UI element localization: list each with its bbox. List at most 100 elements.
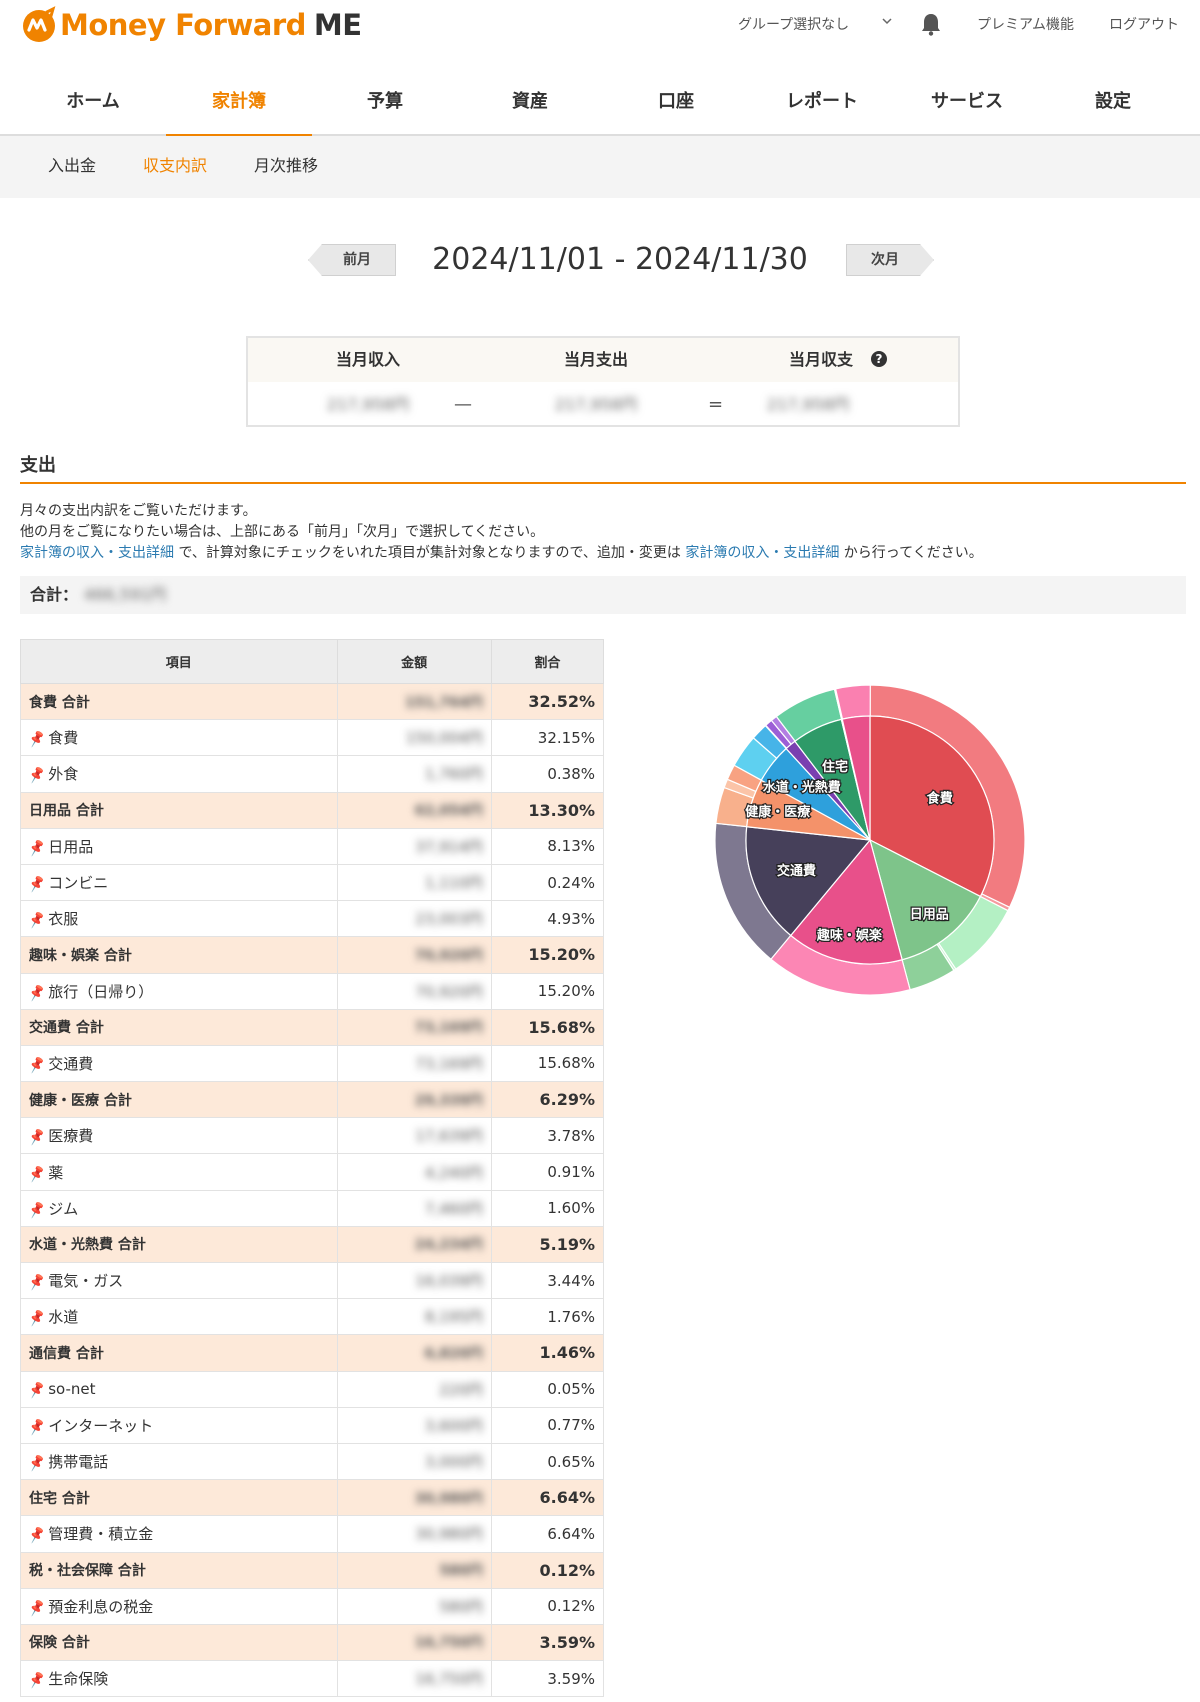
detail-link-2[interactable]: 家計簿の収入・支出詳細: [685, 545, 839, 561]
row-name[interactable]: 携帯電話: [48, 1453, 108, 1471]
row-name[interactable]: 電気・ガス: [48, 1272, 123, 1290]
equals-sign: =: [708, 394, 724, 415]
row-amount-cell: 16,750円: [336, 1623, 492, 1662]
row-name-cell: 住宅 合計: [20, 1479, 338, 1517]
row-amount: 16,039円: [415, 1272, 483, 1291]
help-icon[interactable]: ?: [871, 350, 887, 367]
row-amount-cell: 70,920円: [336, 936, 492, 974]
table-group-row: 水道・光熱費 合計 24,234円 5.19%: [20, 1225, 605, 1264]
row-name[interactable]: 食費: [48, 729, 78, 747]
row-amount: 3,600円: [424, 1416, 483, 1435]
table-row[interactable]: 📌旅行（日帰り） 70,920円 15.20%: [20, 972, 605, 1010]
table-row[interactable]: 📌衣服 23,003円 4.93%: [20, 900, 605, 938]
table-row[interactable]: 📌食費 150,004円 32.15%: [20, 719, 605, 757]
row-amount-cell: 62,054円: [336, 791, 492, 829]
table-row[interactable]: 📌外食 1,760円 0.38%: [20, 755, 605, 793]
row-name[interactable]: so-net: [48, 1380, 95, 1398]
subnav-transactions[interactable]: 入出金: [48, 136, 96, 196]
row-name[interactable]: 外食: [48, 765, 78, 783]
row-amount: 580円: [439, 1563, 483, 1580]
total-bar: 合計： 466,591円: [20, 576, 1186, 614]
pin-icon: 📌: [27, 1200, 47, 1220]
row-name[interactable]: 預金利息の税金: [48, 1598, 153, 1616]
nav-home[interactable]: ホーム: [20, 66, 166, 136]
table-row[interactable]: 📌預金利息の税金 580円 0.12%: [20, 1587, 605, 1625]
row-name[interactable]: 旅行（日帰り）: [48, 983, 153, 1001]
row-name[interactable]: 日用品: [48, 838, 93, 856]
nav-assets[interactable]: 資産: [457, 66, 603, 136]
pie-slice-label: 日用品: [910, 907, 949, 922]
table-row[interactable]: 📌インターネット 3,600円 0.77%: [20, 1406, 605, 1444]
row-ratio: 15.20%: [490, 972, 605, 1010]
row-name-cell: 保険 合計: [20, 1623, 338, 1662]
row-amount-cell: 37,914円: [336, 827, 492, 865]
prev-month-button[interactable]: 前月: [308, 244, 396, 276]
row-name[interactable]: インターネット: [48, 1417, 153, 1435]
table-row[interactable]: 📌生命保険 16,750円 3.59%: [20, 1660, 605, 1698]
pin-icon: 📌: [27, 1309, 47, 1329]
row-amount: 3,000円: [424, 1453, 483, 1472]
row-amount: 1,760円: [424, 765, 483, 784]
row-amount: 73,169円: [414, 1020, 483, 1037]
next-month-button[interactable]: 次月: [846, 244, 934, 276]
table-row[interactable]: 📌医療費 17,639円 3.78%: [20, 1117, 605, 1155]
row-name[interactable]: 薬: [48, 1164, 63, 1182]
pie-slice-label: 住宅: [822, 759, 848, 775]
table-row[interactable]: 📌so-net 220円 0.05%: [20, 1370, 605, 1408]
header-amount: 金額: [336, 639, 492, 684]
nav-household[interactable]: 家計簿: [166, 66, 312, 138]
row-ratio: 8.13%: [490, 827, 605, 865]
detail-link-1[interactable]: 家計簿の収入・支出詳細: [20, 545, 174, 561]
pin-icon: 📌: [27, 983, 47, 1003]
table-row[interactable]: 📌管理費・積立金 30,980円 6.64%: [20, 1515, 605, 1553]
subnav-breakdown[interactable]: 収支内訳: [143, 136, 207, 196]
row-amount-cell: 580円: [336, 1551, 492, 1589]
expense-section-title: 支出: [20, 452, 1186, 484]
balance-label: 当月収支: [788, 350, 853, 369]
table-row[interactable]: 📌コンビニ 1,110円 0.24%: [20, 863, 605, 902]
row-name[interactable]: 生命保険: [48, 1670, 108, 1688]
table-row[interactable]: 📌携帯電話 3,000円 0.65%: [20, 1442, 605, 1481]
row-name[interactable]: コンビニ: [48, 874, 108, 892]
row-name[interactable]: 水道: [48, 1308, 78, 1326]
row-name[interactable]: ジム: [48, 1200, 78, 1218]
subnav-monthly[interactable]: 月次推移: [254, 136, 318, 196]
group-select[interactable]: グループ選択なし: [738, 14, 849, 34]
row-ratio: 5.19%: [490, 1225, 605, 1264]
logo[interactable]: Money Forward ME: [20, 6, 362, 44]
table-row[interactable]: 📌交通費 73,169円 15.68%: [20, 1044, 605, 1083]
nav-settings[interactable]: 設定: [1040, 66, 1186, 136]
row-name-cell: 日用品 合計: [20, 791, 338, 829]
table-row[interactable]: 📌薬 4,240円 0.91%: [20, 1153, 605, 1191]
row-amount: 24,234円: [414, 1237, 483, 1254]
row-name[interactable]: 医療費: [48, 1127, 93, 1145]
nav-accounts[interactable]: 口座: [603, 66, 749, 136]
row-name[interactable]: 衣服: [48, 910, 78, 928]
nav-budget[interactable]: 予算: [312, 66, 458, 136]
row-name[interactable]: 交通費: [48, 1055, 93, 1073]
pie-outer-slice[interactable]: [834, 684, 871, 720]
table-row[interactable]: 📌電気・ガス 16,039円 3.44%: [20, 1261, 605, 1300]
chevron-down-icon[interactable]: [881, 14, 893, 30]
table-row[interactable]: 📌日用品 37,914円 8.13%: [20, 827, 605, 865]
row-ratio: 6.64%: [490, 1515, 605, 1553]
row-name: 住宅 合計: [29, 1490, 90, 1507]
table-row[interactable]: 📌水道 8,195円 1.76%: [20, 1298, 605, 1336]
row-name: 税・社会保障 合計: [29, 1563, 146, 1580]
premium-link[interactable]: プレミアム機能: [977, 14, 1074, 34]
row-ratio: 0.05%: [490, 1370, 605, 1408]
logout-link[interactable]: ログアウト: [1109, 14, 1179, 34]
income-value: 217,958円: [326, 395, 410, 414]
row-name[interactable]: 管理費・積立金: [48, 1525, 153, 1543]
row-amount: 580円: [439, 1597, 483, 1616]
row-name-cell: 📌コンビニ: [20, 863, 338, 902]
nav-report[interactable]: レポート: [749, 66, 895, 136]
row-name-cell: 📌ジム: [20, 1189, 338, 1227]
table-body: 食費 合計 151,764円 32.52% 📌食費 150,004円 32.15% 📌外食 1…: [20, 682, 605, 1698]
expense-desc-3: 家計簿の収入・支出詳細 で、計算対象にチェックをいれた項目が集計対象となりますの…: [20, 543, 983, 563]
row-name-cell: 📌電気・ガス: [20, 1261, 338, 1300]
nav-services[interactable]: サービス: [894, 66, 1040, 136]
table-row[interactable]: 📌ジム 7,460円 1.60%: [20, 1189, 605, 1227]
row-ratio: 15.68%: [490, 1044, 605, 1083]
bell-icon[interactable]: [920, 12, 942, 40]
